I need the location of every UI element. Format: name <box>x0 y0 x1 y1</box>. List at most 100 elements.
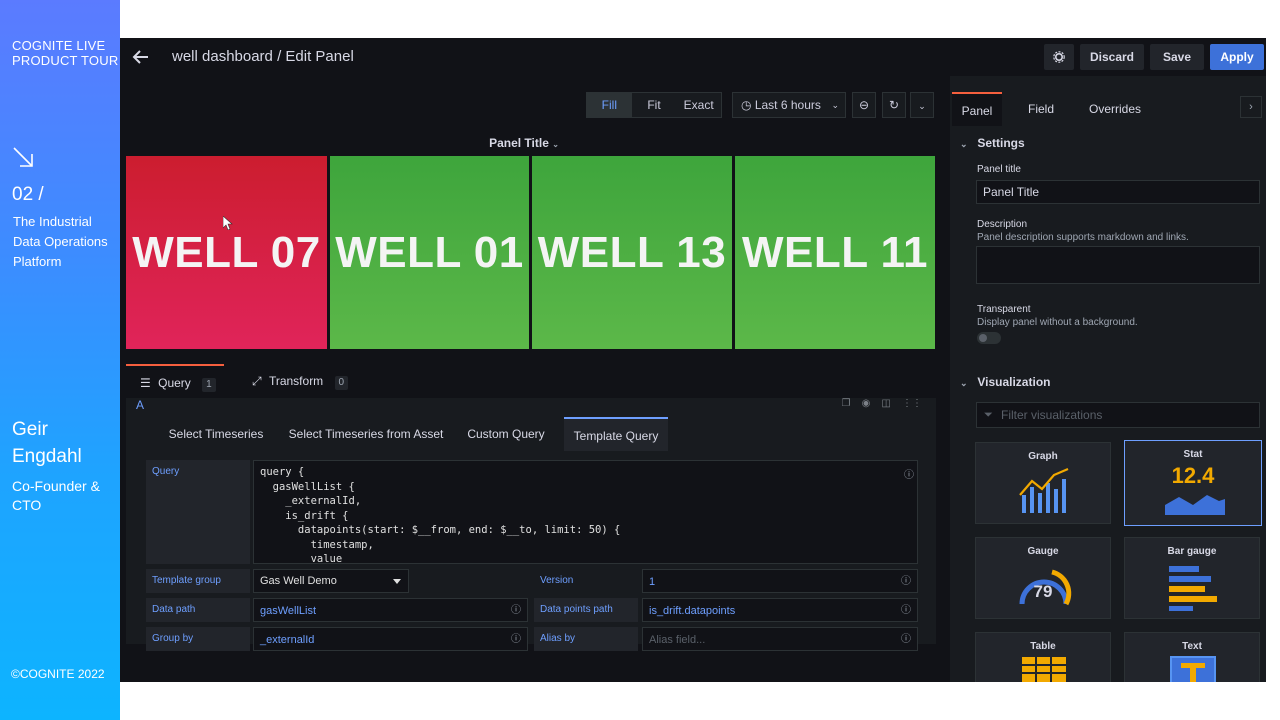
stat-well-01: WELL 01 <box>330 156 529 349</box>
query-row-actions: ❐ ◉ ◫ ⋮⋮ <box>841 398 922 409</box>
view-mode-toggle: Fill Fit Exact <box>586 92 722 118</box>
promo-sidebar: COGNITE LIVE PRODUCT TOUR 02 / The Indus… <box>0 0 120 720</box>
refresh-button[interactable]: ↻ <box>882 92 906 118</box>
view-fill-button[interactable]: Fill <box>587 93 632 117</box>
eye-icon[interactable]: ◉ <box>862 398 871 409</box>
datapoints-path-input[interactable]: is_drift.datapoints ⓘ <box>642 598 918 622</box>
view-fit-button[interactable]: Fit <box>632 93 677 117</box>
stat-preview-value: 12.4 <box>1171 463 1215 488</box>
apply-button[interactable]: Apply <box>1210 44 1264 70</box>
stat-well-07: WELL 07 <box>126 156 327 349</box>
transparent-label: Transparent <box>977 304 1031 315</box>
alias-by-input[interactable]: Alias field... ⓘ <box>642 627 918 651</box>
group-by-label: Group by <box>146 627 250 651</box>
tab-query[interactable]: ☰ Query 1 <box>126 364 224 398</box>
stat-well-13: WELL 13 <box>532 156 732 349</box>
template-group-label: Template group <box>146 569 250 593</box>
viz-text[interactable]: Text <box>1124 632 1260 682</box>
copy-icon[interactable]: ❐ <box>841 398 850 409</box>
viz-stat[interactable]: Stat 12.4 <box>1124 440 1262 526</box>
text-viz-icon <box>1170 656 1216 682</box>
panel-settings-button[interactable] <box>1044 44 1074 70</box>
info-icon: ⓘ <box>904 470 914 481</box>
subtab-select-timeseries[interactable]: Select Timeseries <box>156 417 276 451</box>
version-input[interactable]: 1 ⓘ <box>642 569 918 593</box>
viz-table[interactable]: Table <box>975 632 1111 682</box>
query-tabs: ☰ Query 1 ⤢ Transform 0 <box>126 364 936 398</box>
collapse-pane-button[interactable]: › <box>1240 96 1262 118</box>
data-path-input[interactable]: gasWellList ⓘ <box>253 598 528 622</box>
arrow-left-icon[interactable] <box>130 46 152 68</box>
drag-handle-icon[interactable]: ⋮⋮ <box>902 398 922 409</box>
chevron-right-icon: › <box>1249 101 1253 113</box>
settings-section-header[interactable]: ⌄ Settings <box>960 136 1025 150</box>
tab-transform[interactable]: ⤢ Transform 0 <box>252 364 362 398</box>
subtab-custom-query[interactable]: Custom Query <box>456 417 556 451</box>
query-ref-id[interactable]: A <box>136 398 144 412</box>
info-icon: ⓘ <box>511 634 521 645</box>
time-range-picker[interactable]: ◷ Last 6 hours ⌄ <box>732 92 846 118</box>
data-path-label: Data path <box>146 598 250 622</box>
save-button[interactable]: Save <box>1150 44 1204 70</box>
subtab-template-query[interactable]: Template Query <box>564 417 668 451</box>
caret-down-icon <box>393 579 401 584</box>
chapter-title: The Industrial Data Operations Platform <box>13 214 108 269</box>
tab-field[interactable]: Field <box>1016 92 1066 126</box>
transparent-hint: Display panel without a background. <box>977 317 1138 328</box>
transform-icon: ⤢ <box>252 374 262 388</box>
chapter-number: 02 / <box>12 184 44 205</box>
transform-count-badge: 0 <box>334 376 349 390</box>
description-label: Description <box>977 219 1028 230</box>
tab-overrides[interactable]: Overrides <box>1080 92 1150 126</box>
subtab-select-timeseries-from-asset[interactable]: Select Timeseries from Asset <box>282 417 450 451</box>
top-bar: well dashboard / Edit Panel Discard Save… <box>120 38 1266 76</box>
trash-icon[interactable]: ◫ <box>881 398 890 409</box>
alias-by-label: Alias by <box>534 627 638 651</box>
refresh-interval-dropdown[interactable]: ⌄ <box>910 92 934 118</box>
viz-graph[interactable]: Graph <box>975 442 1111 524</box>
graph-viz-icon <box>1019 467 1069 513</box>
info-icon: ⓘ <box>901 605 911 616</box>
visualization-section-header[interactable]: ⌄ Visualization <box>960 375 1050 389</box>
description-textarea[interactable] <box>976 246 1260 284</box>
gear-icon <box>1053 51 1065 63</box>
datapoints-path-label: Data points path <box>534 598 638 622</box>
panel-title-input[interactable]: Panel Title <box>976 180 1260 204</box>
stat-well-11: WELL 11 <box>735 156 935 349</box>
template-group-select[interactable]: Gas Well Demo <box>253 569 409 593</box>
presenter-name: Geir Engdahl <box>12 419 82 467</box>
info-icon: ⓘ <box>901 576 911 587</box>
panel-preview: Fill Fit Exact ◷ Last 6 hours ⌄ ⊖ ↻ ⌄ Pa… <box>120 76 946 682</box>
discard-button[interactable]: Discard <box>1080 44 1144 70</box>
mouse-pointer-icon <box>223 216 233 230</box>
group-by-input[interactable]: _externalId ⓘ <box>253 627 528 651</box>
description-hint: Panel description supports markdown and … <box>977 232 1189 243</box>
edit-panel-app: well dashboard / Edit Panel Discard Save… <box>120 38 1266 682</box>
chevron-down-icon: ⌄ <box>918 101 926 111</box>
chevron-down-icon: ⌄ <box>552 140 559 149</box>
panel-title[interactable]: Panel Title ⌄ <box>120 136 928 150</box>
info-icon: ⓘ <box>901 634 911 645</box>
chevron-down-icon: ⌄ <box>960 378 968 388</box>
filter-visualizations-input[interactable]: ⏷ Filter visualizations <box>976 402 1260 428</box>
table-viz-icon <box>1022 657 1066 682</box>
bar-gauge-viz-icon <box>1169 566 1217 611</box>
promo-brand: COGNITE LIVE PRODUCT TOUR <box>12 38 119 68</box>
viz-gauge[interactable]: Gauge 79 <box>975 537 1111 619</box>
breadcrumb: well dashboard / Edit Panel <box>172 48 354 65</box>
zoom-out-button[interactable]: ⊖ <box>852 92 876 118</box>
zoom-out-icon: ⊖ <box>858 98 870 112</box>
copyright: ©COGNITE 2022 <box>11 667 105 681</box>
chevron-down-icon: ⌄ <box>831 100 839 110</box>
database-icon: ☰ <box>140 376 151 390</box>
viz-bar-gauge[interactable]: Bar gauge <box>1124 537 1260 619</box>
info-icon: ⓘ <box>511 605 521 616</box>
tab-panel[interactable]: Panel <box>952 92 1002 126</box>
transparent-toggle[interactable] <box>977 332 1001 344</box>
filter-icon: ⏷ <box>984 409 993 421</box>
chevron-down-icon: ⌄ <box>960 139 968 149</box>
query-code-editor[interactable]: query { gasWellList { _externalId, is_dr… <box>253 460 918 564</box>
view-exact-button[interactable]: Exact <box>676 93 721 117</box>
version-label: Version <box>540 575 574 586</box>
query-editor: A ❐ ◉ ◫ ⋮⋮ Select Timeseries Select Time… <box>126 398 936 651</box>
